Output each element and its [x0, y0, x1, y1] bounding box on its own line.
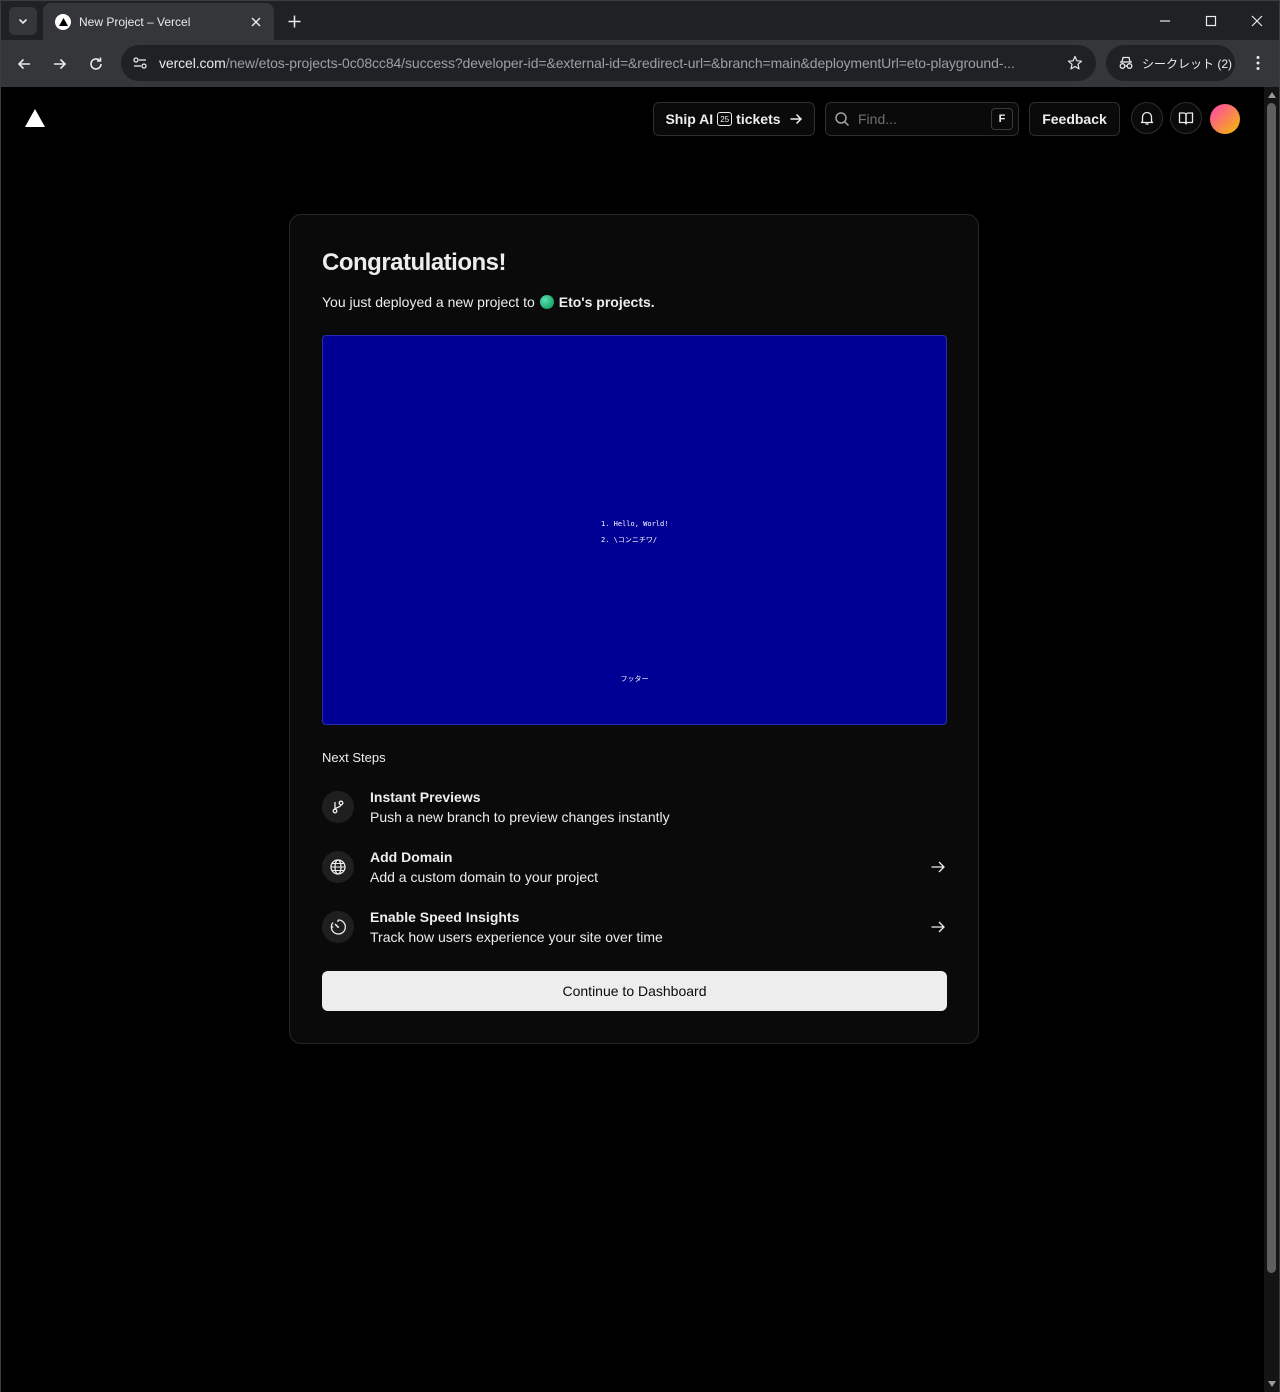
- site-info-icon[interactable]: [131, 54, 149, 72]
- search-shortcut-key: F: [991, 108, 1013, 130]
- tab-close-icon[interactable]: [248, 14, 264, 30]
- deployment-preview[interactable]: 1. Hello, World! 2. \コンニチワ/ フッター: [322, 335, 947, 725]
- url-host: vercel.com: [159, 55, 226, 71]
- deploy-success-card: Congratulations! You just deployed a new…: [289, 214, 979, 1044]
- incognito-indicator[interactable]: シークレット (2): [1106, 45, 1235, 81]
- page-viewport: Ship AI 25 tickets Find... F Feedback Co…: [0, 87, 1264, 1392]
- arrow-right-icon[interactable]: [929, 858, 947, 876]
- step-description: Push a new branch to preview changes ins…: [370, 809, 670, 825]
- browser-toolbar: vercel.com/new/etos-projects-0c08cc84/su…: [0, 40, 1280, 87]
- browser-tab-bar: New Project – Vercel: [0, 0, 1280, 41]
- scroll-up-arrow-icon[interactable]: [1268, 92, 1276, 98]
- search-placeholder: Find...: [858, 111, 897, 127]
- step-title: Instant Previews: [370, 789, 481, 805]
- reload-icon[interactable]: [82, 50, 110, 78]
- ship-ai-tickets-button[interactable]: Ship AI 25 tickets: [653, 102, 815, 136]
- close-window-icon[interactable]: [1245, 9, 1269, 33]
- team-avatar-icon: [539, 295, 554, 309]
- new-tab-plus-icon[interactable]: [283, 10, 305, 32]
- back-arrow-icon[interactable]: [10, 50, 38, 78]
- subtitle-prefix: You just deployed a new project to: [322, 294, 535, 310]
- book-open-icon: [1178, 112, 1194, 125]
- step-title: Add Domain: [370, 849, 453, 865]
- browser-menu-icon[interactable]: [1247, 52, 1269, 74]
- chevron-down-icon: [18, 18, 28, 25]
- bookmark-star-icon[interactable]: [1066, 54, 1084, 72]
- tab-search-button[interactable]: [9, 7, 37, 35]
- feedback-button[interactable]: Feedback: [1029, 102, 1120, 136]
- maximize-window-icon[interactable]: [1199, 9, 1223, 33]
- tab-title: New Project – Vercel: [79, 15, 191, 29]
- step-description: Track how users experience your site ove…: [370, 929, 663, 945]
- vercel-favicon-icon: [55, 14, 71, 30]
- url-text: vercel.com/new/etos-projects-0c08cc84/su…: [159, 55, 1049, 71]
- step-enable-speed-insights[interactable]: Enable Speed Insights Track how users ex…: [322, 907, 947, 947]
- docs-button[interactable]: [1170, 102, 1202, 134]
- incognito-label: シークレット (2): [1142, 56, 1233, 71]
- preview-list-item: 2. \コンニチワ/: [601, 536, 658, 544]
- git-branch-icon: [322, 791, 354, 823]
- step-instant-previews: Instant Previews Push a new branch to pr…: [322, 787, 947, 827]
- find-search-input[interactable]: Find... F: [825, 102, 1019, 136]
- step-title: Enable Speed Insights: [370, 909, 520, 925]
- team-name[interactable]: Eto's projects.: [559, 294, 655, 310]
- step-description: Add a custom domain to your project: [370, 869, 599, 885]
- preview-list-item: 1. Hello, World!: [601, 520, 669, 528]
- ship-badge: 25: [717, 112, 733, 126]
- preview-footer: フッター: [620, 675, 649, 683]
- forward-arrow-icon[interactable]: [46, 50, 74, 78]
- ship-label-suffix: tickets: [736, 111, 781, 127]
- bell-icon: [1140, 111, 1154, 125]
- search-icon: [835, 112, 850, 127]
- page-scrollbar[interactable]: [1264, 87, 1280, 1392]
- globe-icon: [322, 851, 354, 883]
- url-path: /new/etos-projects-0c08cc84/success?deve…: [225, 55, 1015, 71]
- arrow-right-icon: [790, 113, 802, 125]
- scroll-down-arrow-icon[interactable]: [1268, 1381, 1276, 1387]
- scroll-thumb[interactable]: [1267, 103, 1276, 1273]
- speed-gauge-icon: [322, 911, 354, 943]
- preview-list: 1. Hello, World! 2. \コンニチワ/: [601, 516, 668, 548]
- notifications-button[interactable]: [1131, 102, 1163, 134]
- step-add-domain[interactable]: Add Domain Add a custom domain to your p…: [322, 847, 947, 887]
- continue-to-dashboard-button[interactable]: Continue to Dashboard: [322, 971, 947, 1011]
- page-title: Congratulations!: [322, 249, 507, 276]
- arrow-right-icon[interactable]: [929, 918, 947, 936]
- ship-label-prefix: Ship AI: [665, 111, 714, 127]
- minimize-window-icon[interactable]: [1153, 9, 1177, 33]
- vercel-logo-icon[interactable]: [25, 109, 45, 127]
- browser-tab-active[interactable]: New Project – Vercel: [43, 3, 274, 41]
- incognito-icon: [1119, 56, 1133, 69]
- address-bar[interactable]: vercel.com/new/etos-projects-0c08cc84/su…: [121, 45, 1096, 81]
- next-steps-title: Next Steps: [322, 750, 386, 765]
- deploy-subtitle: You just deployed a new project to Eto's…: [322, 294, 655, 310]
- user-avatar[interactable]: [1210, 104, 1240, 134]
